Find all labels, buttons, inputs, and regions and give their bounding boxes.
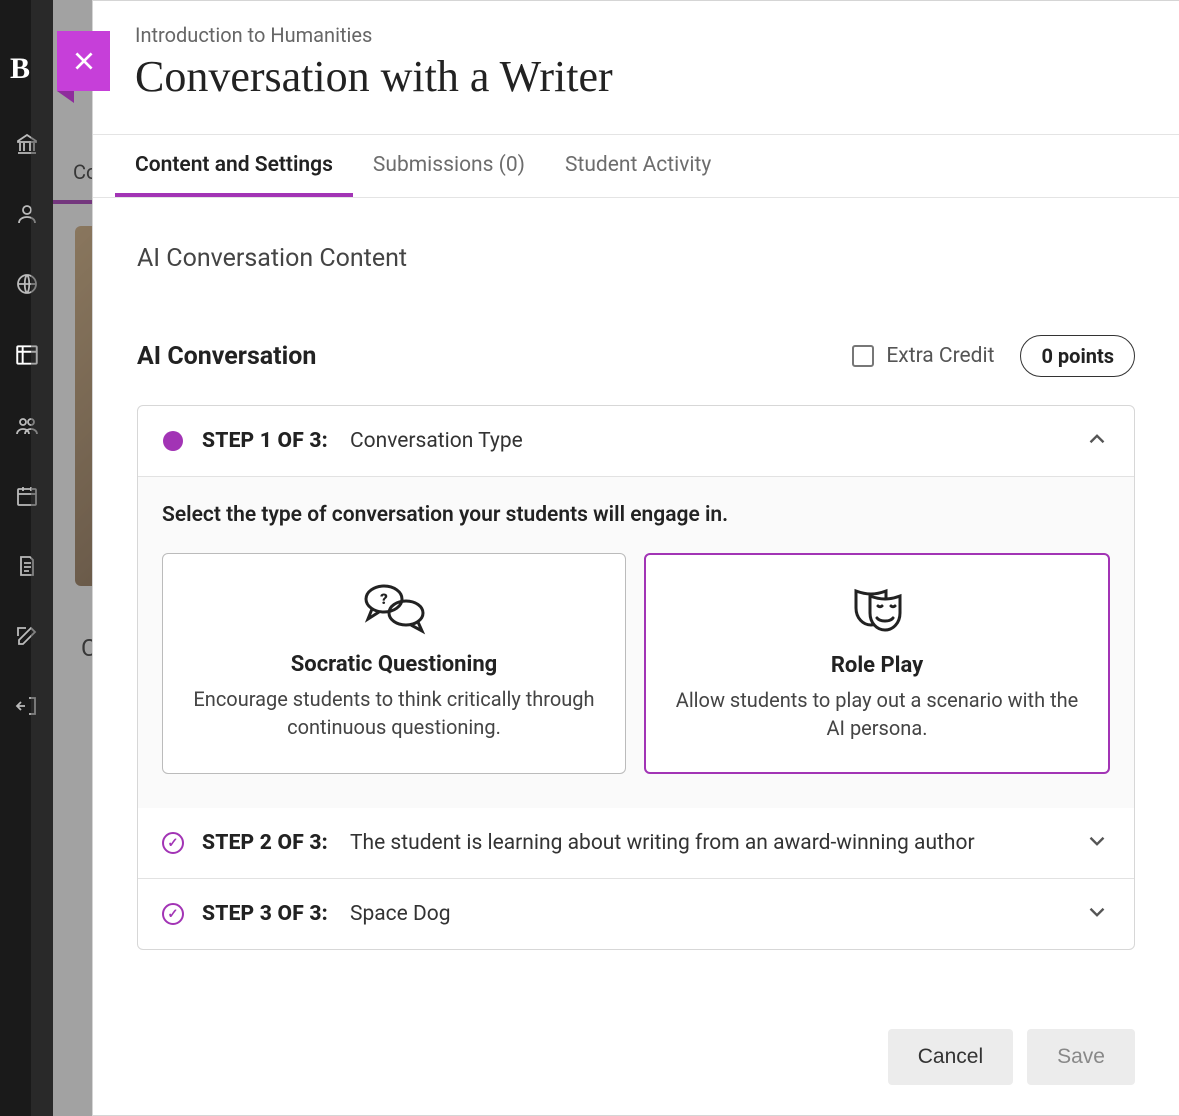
tab-content-settings[interactable]: Content and Settings (115, 135, 353, 197)
panel-header: Introduction to Humanities Conversation … (93, 1, 1179, 110)
conversation-heading-row: AI Conversation Extra Credit 0 points (137, 335, 1135, 377)
option-roleplay-title: Role Play (672, 653, 1082, 678)
step-2-label: STEP 2 OF 3: (202, 831, 328, 855)
panel-body: AI Conversation Content AI Conversation … (93, 198, 1179, 1011)
page-title: Conversation with a Writer (135, 51, 1137, 102)
tabs-row: Content and Settings Submissions (0) Stu… (93, 134, 1179, 198)
svg-text:?: ? (380, 590, 388, 608)
steps-card: STEP 1 OF 3: Conversation Type Select th… (137, 405, 1135, 950)
option-roleplay-desc: Allow students to play out a scenario wi… (672, 686, 1082, 742)
tab-student-activity[interactable]: Student Activity (545, 135, 731, 197)
conversation-controls: Extra Credit 0 points (852, 335, 1135, 377)
step-1-value: Conversation Type (350, 429, 523, 453)
option-socratic-desc: Encourage students to think critically t… (189, 685, 599, 741)
conversation-type-options: ? Socratic Questioning Encourage student… (162, 553, 1110, 774)
editor-panel: Introduction to Humanities Conversation … (92, 0, 1179, 1116)
step-3-value: Space Dog (350, 902, 451, 926)
option-socratic-questioning[interactable]: ? Socratic Questioning Encourage student… (162, 553, 626, 774)
step-3-header[interactable]: ✓ STEP 3 OF 3: Space Dog (138, 878, 1134, 949)
step-1-header[interactable]: STEP 1 OF 3: Conversation Type (138, 406, 1134, 476)
chevron-down-icon (1084, 828, 1110, 858)
step-2-status-icon: ✓ (162, 832, 184, 854)
chevron-up-icon (1084, 426, 1110, 456)
section-heading: AI Conversation Content (137, 244, 1135, 273)
step-1-body: Select the type of conversation your stu… (138, 476, 1134, 808)
chat-bubbles-icon: ? (189, 576, 599, 640)
option-socratic-title: Socratic Questioning (189, 652, 599, 677)
option-role-play[interactable]: Role Play Allow students to play out a s… (644, 553, 1110, 774)
step-3-label: STEP 3 OF 3: (202, 902, 328, 926)
step-2-value: The student is learning about writing fr… (350, 831, 975, 855)
extra-credit-label: Extra Credit (886, 344, 994, 368)
cancel-button[interactable]: Cancel (888, 1029, 1013, 1085)
close-icon (71, 48, 97, 74)
points-pill[interactable]: 0 points (1020, 335, 1135, 377)
chevron-down-icon (1084, 899, 1110, 929)
step-2-header[interactable]: ✓ STEP 2 OF 3: The student is learning a… (138, 808, 1134, 878)
step-3-status-icon: ✓ (162, 903, 184, 925)
breadcrumb: Introduction to Humanities (135, 23, 1137, 47)
step-1-status-icon (162, 430, 184, 452)
conversation-heading: AI Conversation (137, 342, 316, 371)
app-logo: B (10, 52, 30, 86)
extra-credit-checkbox[interactable] (852, 345, 874, 367)
extra-credit-toggle[interactable]: Extra Credit (852, 344, 994, 368)
tab-submissions[interactable]: Submissions (0) (353, 135, 545, 197)
save-button[interactable]: Save (1027, 1029, 1135, 1085)
step-1-instruction: Select the type of conversation your stu… (162, 503, 1110, 527)
step-1-label: STEP 1 OF 3: (202, 429, 328, 453)
theater-masks-icon (672, 577, 1082, 641)
panel-footer: Cancel Save (93, 1011, 1179, 1115)
close-button[interactable] (57, 31, 110, 91)
